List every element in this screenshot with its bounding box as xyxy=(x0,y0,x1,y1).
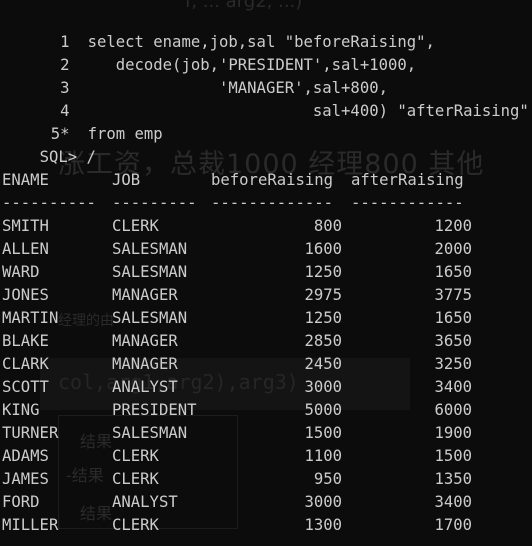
cell-job: CLERK xyxy=(112,516,159,534)
background-ghost-result-2: -结果 xyxy=(66,466,104,485)
cell-afterraising: 6000 xyxy=(434,401,472,419)
cell-ename: SCOTT xyxy=(2,378,49,396)
separator: ---------- xyxy=(2,194,96,212)
cell-afterraising: 3400 xyxy=(434,378,472,396)
cell-ename: KING xyxy=(2,401,40,419)
separator: --------- xyxy=(112,194,197,212)
cell-ename: FORD xyxy=(2,493,40,511)
column-header-job: JOB xyxy=(112,171,141,189)
background-ghost-result-1: 结果 xyxy=(80,432,113,451)
cell-beforeraising: 3000 xyxy=(304,493,342,511)
cell-ename: ADAMS xyxy=(2,447,49,465)
cell-beforeraising: 1250 xyxy=(304,263,342,281)
column-header-ename: ENAME xyxy=(2,171,49,189)
command-prompt[interactable]: SQL> / xyxy=(2,123,96,166)
column-header-afterraising: afterRaising xyxy=(351,171,464,189)
cell-afterraising: 3250 xyxy=(434,355,472,373)
cell-afterraising: 1350 xyxy=(434,470,472,488)
cell-ename: BLAKE xyxy=(2,332,49,350)
cell-beforeraising: 800 xyxy=(313,217,342,235)
cell-beforeraising: 3000 xyxy=(304,378,342,396)
cell-ename: CLARK xyxy=(2,355,49,373)
sql-line: 1 select ename,job,sal "beforeRaising", xyxy=(0,8,435,51)
cell-job: SALESMAN xyxy=(112,309,188,327)
cell-job: SALESMAN xyxy=(112,240,188,258)
cell-ename: WARD xyxy=(2,263,40,281)
cell-afterraising: 3400 xyxy=(434,493,472,511)
cell-afterraising: 1200 xyxy=(434,217,472,235)
cell-afterraising: 2000 xyxy=(434,240,472,258)
prompt-label: SQL> xyxy=(39,148,78,166)
cell-afterraising: 1650 xyxy=(434,309,472,327)
sql-line: 3 'MANAGER',sal+800, xyxy=(0,54,388,97)
cell-beforeraising: 950 xyxy=(313,470,342,488)
cell-beforeraising: 5000 xyxy=(304,401,342,419)
cell-beforeraising: 2850 xyxy=(304,332,342,350)
cell-job: SALESMAN xyxy=(112,424,188,442)
sqlplus-console[interactable]: f, ... arg2, ...) 涨工资，总裁1000 经理800 其他 经理… xyxy=(0,0,532,546)
cell-job: MANAGER xyxy=(112,355,178,373)
cell-afterraising: 1900 xyxy=(434,424,472,442)
background-ghost-result-3: 结果 xyxy=(80,504,113,523)
cell-ename: JONES xyxy=(2,286,49,304)
cell-beforeraising: 1100 xyxy=(304,447,342,465)
prompt-command[interactable]: / xyxy=(87,148,96,166)
cell-afterraising: 3775 xyxy=(434,286,472,304)
cell-job: MANAGER xyxy=(112,332,178,350)
cell-beforeraising: 2450 xyxy=(304,355,342,373)
cell-ename: JAMES xyxy=(2,470,49,488)
cell-ename: SMITH xyxy=(2,217,49,235)
background-ghost-label: 经理的由 xyxy=(58,313,114,329)
sql-code: from emp xyxy=(87,125,163,143)
column-header-beforeraising: beforeRaising xyxy=(211,171,334,189)
cell-job: CLERK xyxy=(112,447,159,465)
sql-line: 2 decode(job,'PRESIDENT',sal+1000, xyxy=(0,31,416,74)
cell-afterraising: 1650 xyxy=(434,263,472,281)
cell-job: MANAGER xyxy=(112,286,178,304)
cell-afterraising: 1700 xyxy=(434,516,472,534)
cell-job: CLERK xyxy=(112,217,159,235)
cell-job: SALESMAN xyxy=(112,263,188,281)
cell-job: ANALYST xyxy=(112,378,178,396)
cell-ename: ALLEN xyxy=(2,240,49,258)
cell-afterraising: 3650 xyxy=(434,332,472,350)
cell-beforeraising: 2975 xyxy=(304,286,342,304)
sql-line: 5* from emp xyxy=(0,100,163,143)
cell-job: ANALYST xyxy=(112,493,178,511)
cell-afterraising: 1500 xyxy=(434,447,472,465)
sql-line: 4 sal+400) "afterRaising" xyxy=(0,77,529,120)
cell-ename: MARTIN xyxy=(2,309,59,327)
cell-ename: TURNER xyxy=(2,424,59,442)
cell-job: PRESIDENT xyxy=(112,401,197,419)
cell-beforeraising: 1250 xyxy=(304,309,342,327)
separator: ------------- xyxy=(211,194,334,212)
cell-beforeraising: 1500 xyxy=(304,424,342,442)
separator: ------------ xyxy=(351,194,464,212)
cell-beforeraising: 1600 xyxy=(304,240,342,258)
cell-beforeraising: 1300 xyxy=(304,516,342,534)
cell-ename: MILLER xyxy=(2,516,59,534)
cell-job: CLERK xyxy=(112,470,159,488)
